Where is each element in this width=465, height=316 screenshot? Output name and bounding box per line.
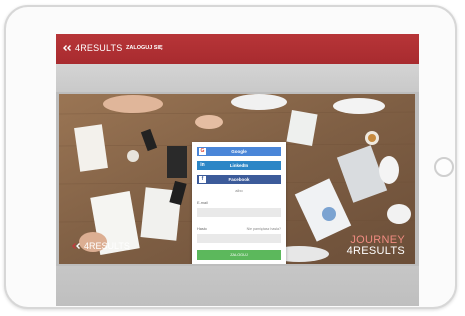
google-login-button[interactable]: G Google [197,147,281,156]
google-icon: G [199,148,206,155]
brand-logo-icon [63,45,71,51]
login-card: G Google in LinkedIn f Facebook albo E-m… [192,142,286,264]
page-footer-area [56,266,419,306]
app-screen: 4RESULTS ZALOGUJ SIĘ 4RESULTS JOURNEY 4R… [56,34,419,306]
facebook-login-label: Facebook [228,177,250,182]
brand-logo[interactable]: 4RESULTS [62,43,122,53]
forgot-password-link[interactable]: Nie pamiętasz hasła? [247,227,281,231]
facebook-login-button[interactable]: f Facebook [197,175,281,184]
hero-logo-text: 4RESULTS [84,241,130,251]
linkedin-icon: in [200,162,205,168]
linkedin-login-label: LinkedIn [229,163,249,168]
email-label: E-mail [197,201,208,205]
journey-title: JOURNEY 4RESULTS [347,235,405,257]
login-submit-button[interactable]: ZALOGUJ [197,250,281,260]
linkedin-login-button[interactable]: in LinkedIn [197,161,281,170]
header-spacer [56,64,419,92]
hero-logo-icon [72,243,80,249]
tablet-home-button[interactable] [434,157,454,177]
email-field[interactable] [197,208,281,217]
facebook-icon: f [199,176,206,183]
brand-name: 4RESULTS [75,43,123,53]
google-login-label: Google [231,149,247,154]
password-label: Hasło [197,227,207,231]
or-divider: albo [235,188,243,193]
hero-logo: 4RESULTS [71,241,130,251]
journey-line-2: 4RESULTS [346,245,405,257]
password-field[interactable] [197,234,281,243]
nav-login-link[interactable]: ZALOGUJ SIĘ [126,45,163,51]
tablet-frame: 4RESULTS ZALOGUJ SIĘ 4RESULTS JOURNEY 4R… [4,5,457,309]
hero-banner: 4RESULTS JOURNEY 4RESULTS G Google in Li… [59,94,415,264]
top-navbar: 4RESULTS ZALOGUJ SIĘ [56,34,419,64]
